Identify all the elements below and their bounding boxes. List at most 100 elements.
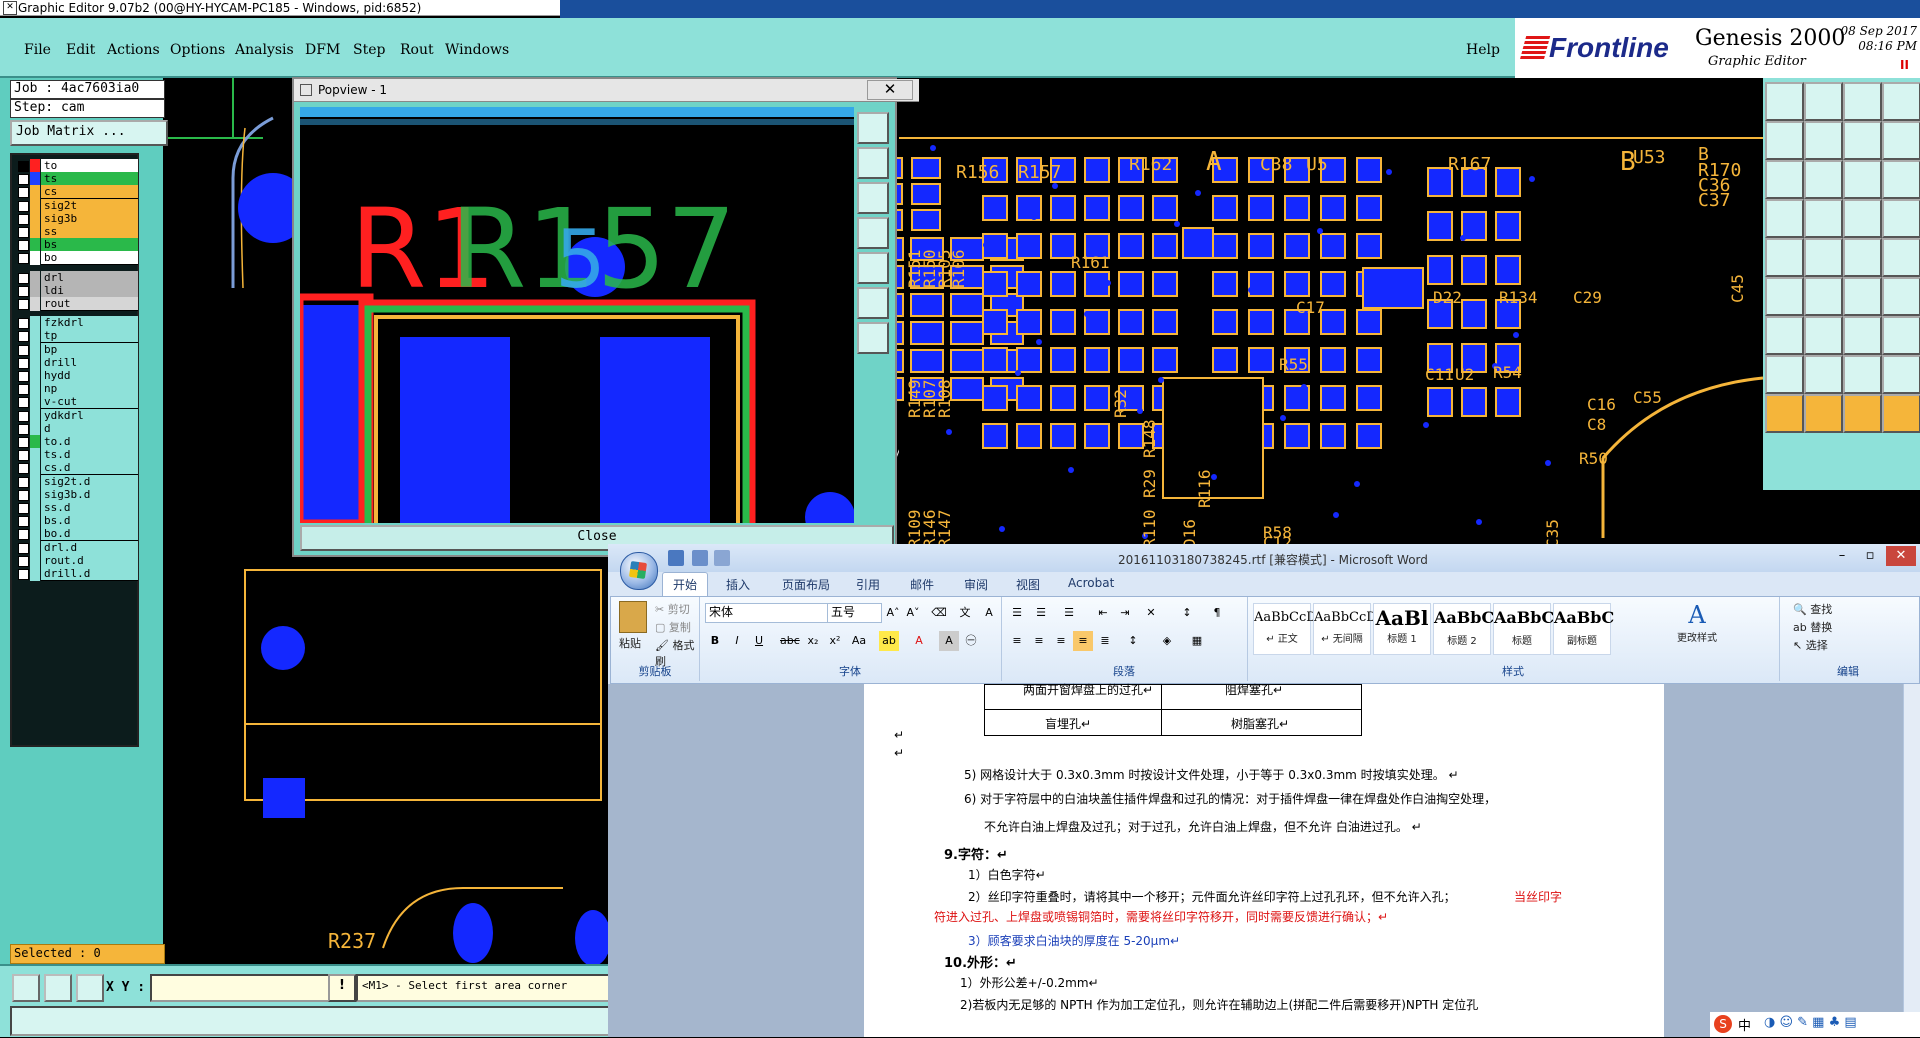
- layer-row-sig3b.d[interactable]: sig3b.d: [14, 487, 138, 502]
- chinese-layout-icon[interactable]: ✕: [1141, 603, 1161, 623]
- layer-checkbox[interactable]: [18, 331, 29, 343]
- tool-cut-icon[interactable]: [1804, 238, 1843, 277]
- layer-color-swatch[interactable]: [30, 185, 40, 200]
- layer-checkbox[interactable]: [18, 161, 29, 172]
- layer-row-bo[interactable]: bo: [14, 251, 138, 266]
- tool-check-icon[interactable]: [1804, 316, 1843, 355]
- style-0[interactable]: AaBbCcDc ↵ 正文: [1253, 603, 1324, 655]
- tool-select-icon[interactable]: [1765, 394, 1804, 433]
- layer-checkbox[interactable]: [18, 318, 29, 330]
- layer-color-swatch[interactable]: [30, 159, 40, 173]
- tool-select2-icon[interactable]: [1804, 394, 1843, 433]
- multilevel-list-icon[interactable]: ☰: [1059, 603, 1079, 623]
- tool-select4-icon[interactable]: [1882, 394, 1920, 433]
- info-button[interactable]: !: [328, 974, 356, 1002]
- numbering-icon[interactable]: ☰: [1031, 603, 1051, 623]
- tool-display-icon[interactable]: [1765, 82, 1804, 121]
- layer-name[interactable]: sig3b: [41, 211, 138, 226]
- layer-row-np[interactable]: np: [14, 382, 138, 397]
- layer-color-swatch[interactable]: [30, 342, 40, 357]
- layer-row-tp[interactable]: tp: [14, 329, 138, 344]
- tab-review[interactable]: 审阅: [964, 576, 988, 593]
- layer-color-swatch[interactable]: [30, 567, 40, 581]
- menu-actions[interactable]: Actions: [107, 42, 160, 58]
- layer-color-swatch[interactable]: [30, 270, 40, 285]
- layer-name[interactable]: ss: [41, 225, 138, 239]
- layer-name[interactable]: np: [41, 382, 138, 397]
- layer-checkbox[interactable]: [18, 384, 29, 396]
- layer-checkbox[interactable]: [18, 410, 29, 422]
- layer-checkbox[interactable]: [18, 476, 29, 488]
- layer-checkbox[interactable]: [18, 529, 29, 541]
- layer-checkbox[interactable]: [18, 213, 29, 225]
- layer-color-swatch[interactable]: [30, 487, 40, 502]
- tool-home-icon[interactable]: [1843, 82, 1882, 121]
- layer-checkbox[interactable]: [18, 227, 29, 238]
- layer-name[interactable]: bp: [41, 342, 138, 357]
- tool-warning-icon[interactable]: [1843, 355, 1882, 394]
- tool-arc-icon[interactable]: [1882, 238, 1920, 277]
- layer-color-swatch[interactable]: [30, 421, 40, 436]
- menu-windows[interactable]: Windows: [445, 42, 509, 58]
- menu-dfm[interactable]: DFM: [305, 42, 340, 58]
- layer-color-swatch[interactable]: [30, 540, 40, 555]
- layer-color-swatch[interactable]: [30, 553, 40, 568]
- italic-icon[interactable]: I: [727, 631, 747, 651]
- paragraph-shading-icon[interactable]: ◈: [1157, 631, 1177, 651]
- layer-color-swatch[interactable]: [30, 251, 40, 266]
- sogou-icon[interactable]: S: [1714, 1015, 1732, 1033]
- tool-ratio-icon[interactable]: [1882, 121, 1920, 160]
- tool-measure-icon[interactable]: [1804, 160, 1843, 199]
- sort-icon[interactable]: ↕: [1177, 603, 1197, 623]
- tool-dim-icon[interactable]: [1843, 277, 1882, 316]
- replace-button[interactable]: ab 替换: [1793, 619, 1832, 635]
- show-marks-icon[interactable]: ¶: [1207, 603, 1227, 623]
- underline-icon[interactable]: U: [749, 631, 769, 651]
- popview-tool-center-icon[interactable]: [857, 287, 889, 319]
- tool-square-icon[interactable]: [1882, 199, 1920, 238]
- layer-checkbox[interactable]: [18, 174, 29, 186]
- layer-checkbox[interactable]: [18, 272, 29, 284]
- layer-name[interactable]: drill: [41, 355, 138, 370]
- layer-row-sig3b[interactable]: sig3b: [14, 211, 138, 226]
- tool-align-icon[interactable]: [1843, 316, 1882, 355]
- layer-color-swatch[interactable]: [30, 329, 40, 344]
- layer-row-sig2t.d[interactable]: sig2t.d: [14, 474, 138, 489]
- undo-icon[interactable]: [692, 550, 708, 566]
- layer-checkbox[interactable]: [18, 450, 29, 462]
- layer-checkbox[interactable]: [18, 516, 29, 528]
- layer-row-drl[interactable]: drl: [14, 270, 138, 285]
- layer-checkbox[interactable]: [18, 299, 29, 310]
- layer-checkbox[interactable]: [18, 187, 29, 199]
- popview-tool-pan-icon[interactable]: [857, 182, 889, 214]
- layer-name[interactable]: hydd: [41, 369, 138, 383]
- layer-checkbox[interactable]: [18, 200, 29, 212]
- layer-row-fzkdrl[interactable]: fzkdrl: [14, 316, 138, 331]
- line-spacing-icon[interactable]: ↕: [1123, 631, 1143, 651]
- layer-color-swatch[interactable]: [30, 448, 40, 463]
- layer-color-swatch[interactable]: [30, 435, 40, 449]
- font-name-select[interactable]: 宋体: [705, 603, 828, 623]
- tab-insert[interactable]: 插入: [726, 576, 750, 593]
- layer-color-swatch[interactable]: [30, 238, 40, 253]
- layer-name[interactable]: ss.d: [41, 501, 138, 515]
- layer-color-swatch[interactable]: [30, 316, 40, 331]
- font-color-icon[interactable]: A: [909, 631, 929, 651]
- tool-triangle-icon[interactable]: [1765, 355, 1804, 394]
- layer-name[interactable]: to: [41, 159, 138, 173]
- decrease-indent-icon[interactable]: ⇤: [1093, 603, 1113, 623]
- tab-mailings[interactable]: 邮件: [910, 576, 934, 593]
- select-button[interactable]: ↖ 选择: [1793, 637, 1828, 653]
- change-case-icon[interactable]: Aa: [849, 631, 869, 651]
- highlight-icon[interactable]: ab: [879, 631, 899, 651]
- tool-polygon-icon[interactable]: [1765, 277, 1804, 316]
- tool-net-icon[interactable]: [1765, 316, 1804, 355]
- subscript-icon[interactable]: x₂: [803, 631, 823, 651]
- menu-edit[interactable]: Edit: [66, 42, 95, 58]
- layer-row-bs[interactable]: bs: [14, 238, 138, 253]
- layer-row-hydd[interactable]: hydd: [14, 369, 138, 383]
- layer-name[interactable]: drill.d: [41, 567, 138, 581]
- layer-row-ydkdrl[interactable]: ydkdrl: [14, 408, 138, 423]
- tool-layer-icon[interactable]: [1804, 82, 1843, 121]
- tool-move-icon[interactable]: [1765, 121, 1804, 160]
